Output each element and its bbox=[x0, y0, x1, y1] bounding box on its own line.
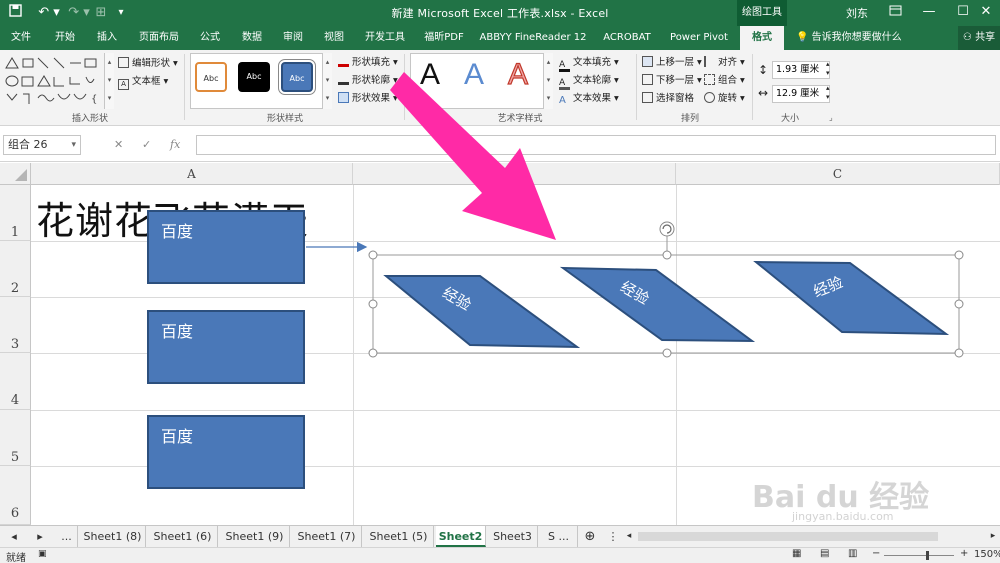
zoom-slider[interactable] bbox=[884, 555, 954, 556]
scroll-right-icon[interactable]: ▸ bbox=[986, 526, 1000, 547]
zoom-out-icon[interactable]: − bbox=[872, 548, 880, 559]
status-ready: 就绪 bbox=[6, 553, 26, 563]
sheet-tab[interactable]: Sheet1 (8) bbox=[80, 526, 146, 547]
zoom-slider-thumb[interactable] bbox=[926, 551, 929, 560]
sheet-tab[interactable]: Sheet1 (9) bbox=[220, 526, 290, 547]
next-sheet-icon[interactable]: ▸ bbox=[30, 526, 50, 547]
parallelogram-shape[interactable] bbox=[753, 260, 950, 336]
add-sheet-icon[interactable]: ⊕ bbox=[580, 526, 600, 547]
tab-split-handle[interactable]: ⋮ bbox=[606, 526, 620, 547]
parallelogram-shape[interactable] bbox=[559, 266, 756, 343]
sheet-tab[interactable]: Sheet1 (6) bbox=[148, 526, 218, 547]
sheet-tab[interactable]: Sheet1 (5) bbox=[364, 526, 434, 547]
watermark-url: jingyan.baidu.com bbox=[792, 510, 894, 523]
zoom-level[interactable]: 150% bbox=[974, 549, 1000, 560]
page-break-view-icon[interactable]: ▥ bbox=[848, 548, 857, 559]
sheet-tab[interactable]: S ... bbox=[540, 526, 578, 547]
scroll-left-icon[interactable]: ◂ bbox=[622, 526, 636, 547]
horizontal-scrollbar[interactable] bbox=[638, 532, 938, 541]
status-bar: 就绪 ▣ ▦ ▤ ▥ − + 150% bbox=[0, 547, 1000, 563]
parallelogram-shape[interactable] bbox=[383, 275, 581, 349]
prev-sheet-icon[interactable]: ◂ bbox=[4, 526, 24, 547]
macro-record-icon[interactable]: ▣ bbox=[38, 549, 47, 559]
more-sheets-left[interactable]: ... bbox=[56, 526, 78, 547]
pink-pointer-arrow bbox=[390, 72, 556, 240]
normal-view-icon[interactable]: ▦ bbox=[792, 548, 801, 559]
sheet-tab-active[interactable]: Sheet2 bbox=[436, 526, 486, 547]
zoom-in-icon[interactable]: + bbox=[960, 548, 968, 559]
sheet-tabs-bar: ◂ ▸ ... Sheet1 (8) Sheet1 (6) Sheet1 (9)… bbox=[0, 525, 1000, 547]
sheet-tab[interactable]: Sheet3 bbox=[488, 526, 538, 547]
rotate-handle-icon[interactable] bbox=[659, 221, 675, 237]
sheet-tab[interactable]: Sheet1 (7) bbox=[292, 526, 362, 547]
page-layout-view-icon[interactable]: ▤ bbox=[820, 548, 829, 559]
